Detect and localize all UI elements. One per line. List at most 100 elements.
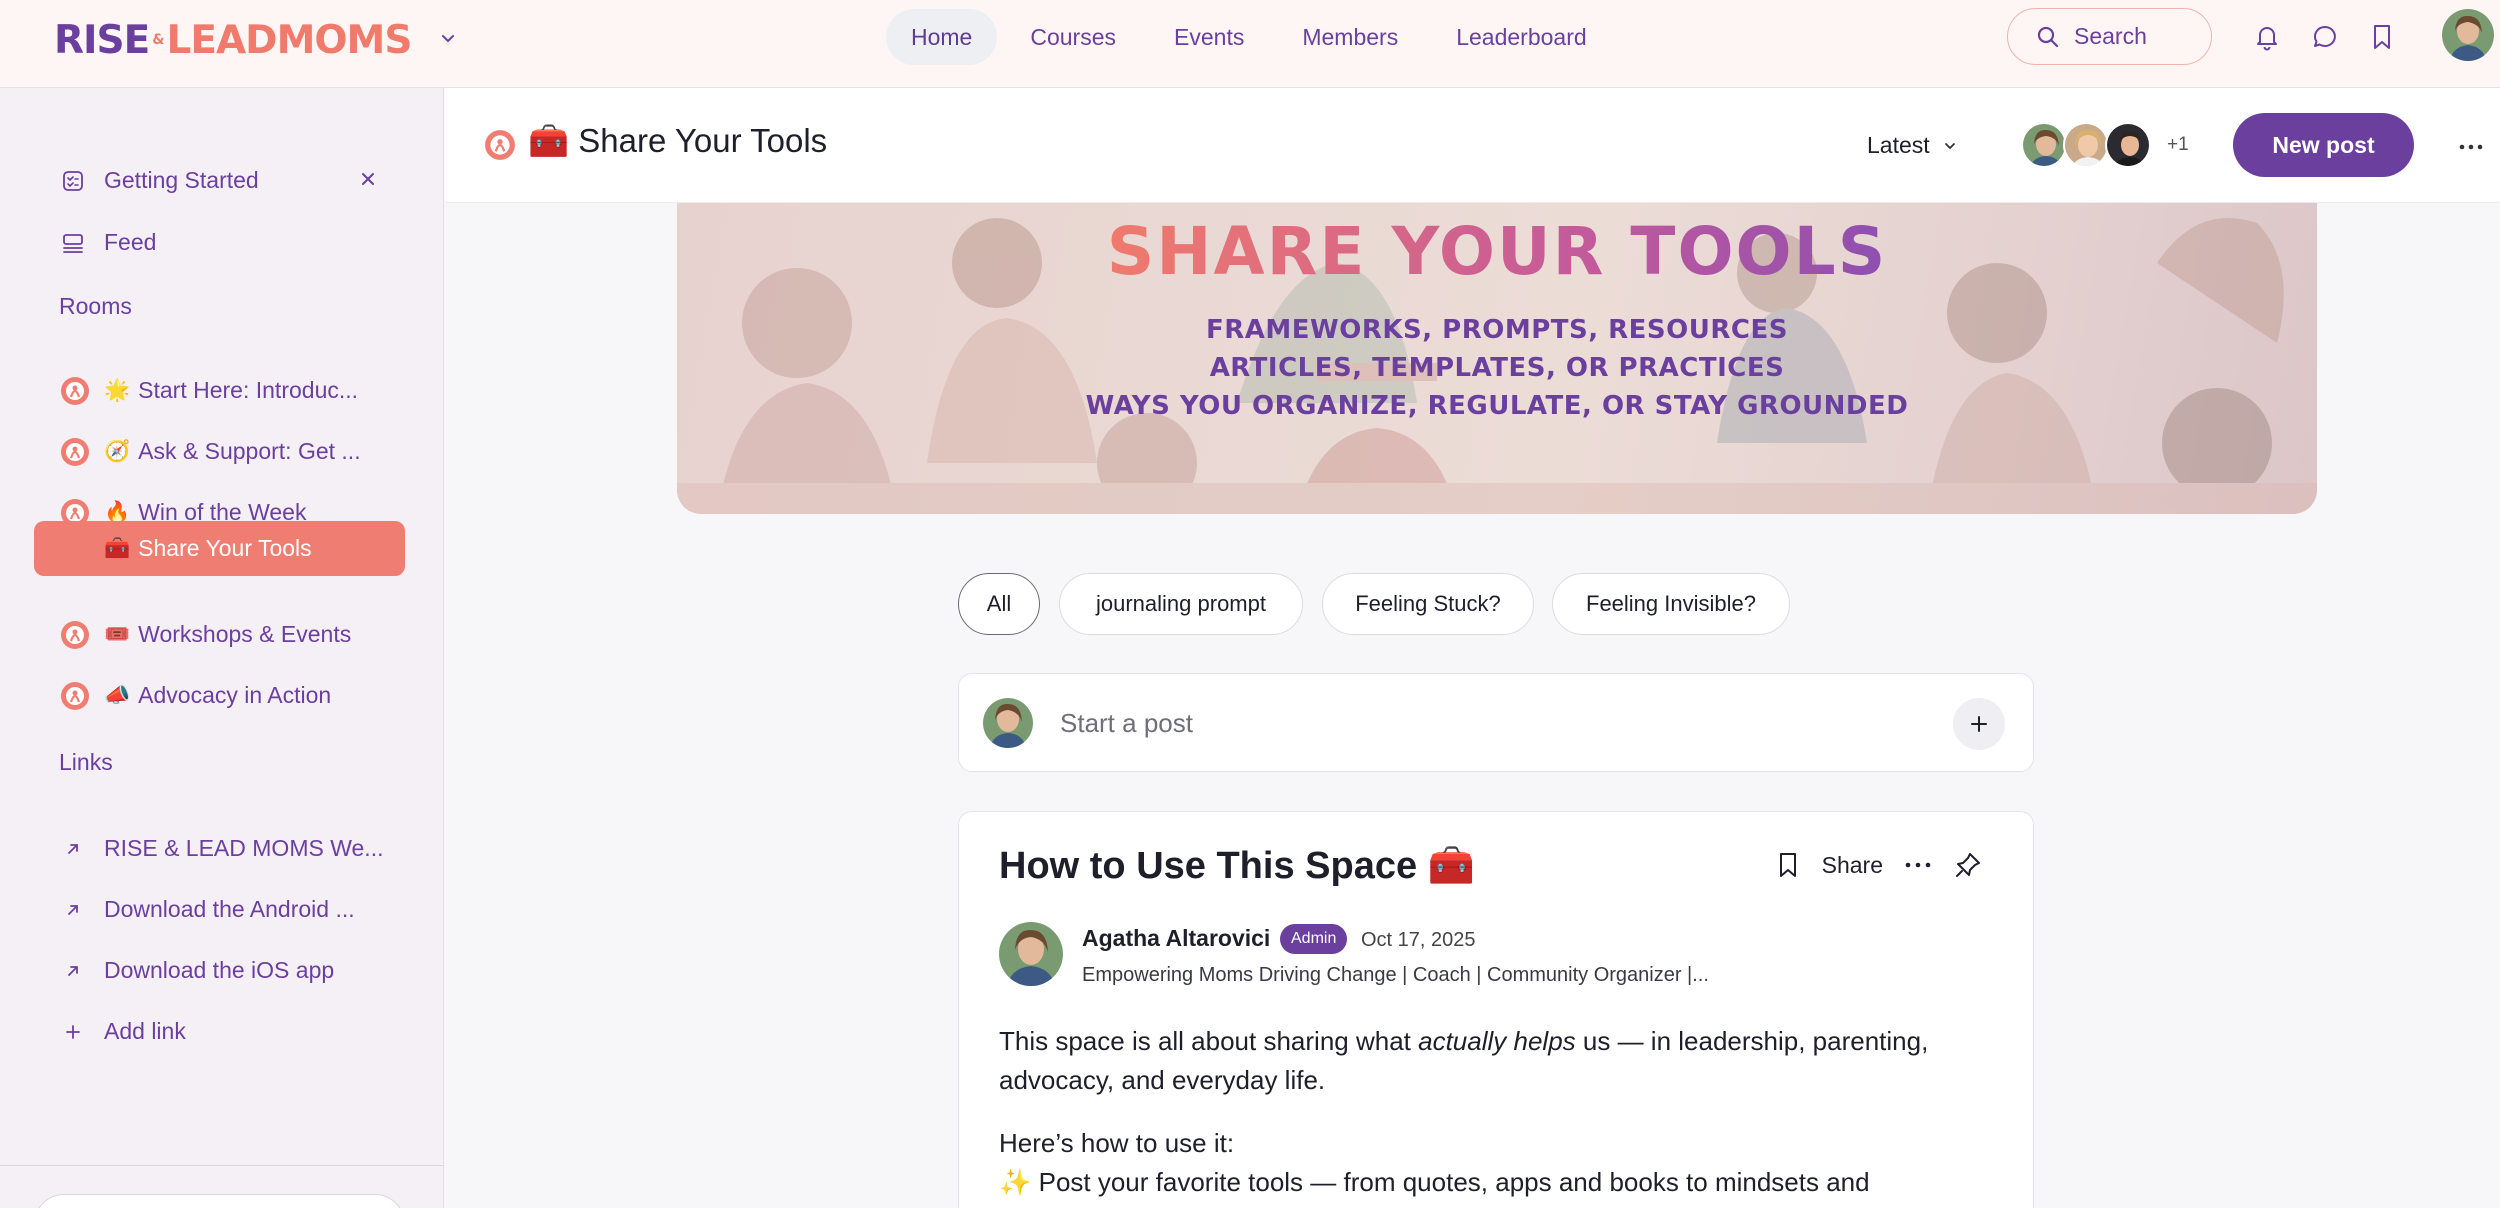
author-name[interactable]: Agatha Altarovici bbox=[1082, 925, 1270, 952]
chat-bubble-icon[interactable] bbox=[2310, 22, 2340, 52]
room-logo-icon bbox=[61, 681, 89, 710]
author-bio: Empowering Moms Driving Change | Coach |… bbox=[1082, 964, 1709, 986]
admin-badge: Admin bbox=[1280, 924, 1348, 954]
sidebar-item-feed[interactable]: Feed bbox=[34, 215, 405, 270]
sidebar-item-getting-started[interactable]: Getting Started bbox=[34, 153, 405, 208]
post-paragraph-3: ✨ Post your favorite tools — from quotes… bbox=[999, 1167, 1870, 1197]
logo-lead: LEAD bbox=[166, 18, 278, 63]
search-button[interactable]: Search bbox=[2007, 8, 2212, 65]
member-avatar bbox=[2105, 122, 2151, 168]
sidebar-room-advocacy[interactable]: 📣 Advocacy in Action bbox=[34, 668, 405, 723]
bookmark-icon[interactable] bbox=[1774, 851, 1802, 879]
room-emoji: 🧭 bbox=[104, 439, 131, 463]
search-icon bbox=[2037, 26, 2059, 47]
sort-label: Latest bbox=[1867, 132, 1930, 158]
bell-icon[interactable] bbox=[2252, 22, 2282, 52]
add-post-button[interactable] bbox=[1953, 698, 2005, 750]
close-icon[interactable] bbox=[357, 168, 379, 190]
banner-line-2: ARTICLES, TEMPLATES, OR PRACTICES bbox=[1209, 353, 1785, 383]
bookmark-icon[interactable] bbox=[2367, 22, 2397, 52]
post-text: This space is all about sharing what bbox=[999, 1026, 1419, 1056]
user-avatar[interactable] bbox=[2442, 9, 2494, 61]
filter-chip-feeling-stuck[interactable]: Feeling Stuck? bbox=[1322, 573, 1534, 635]
filter-chip-journaling-prompt[interactable]: journaling prompt bbox=[1059, 573, 1303, 635]
page-title: 🧰 Share Your Tools bbox=[528, 122, 828, 159]
sidebar-link-android[interactable]: Download the Android ... bbox=[34, 882, 405, 937]
room-logo-icon bbox=[61, 376, 89, 405]
more-options-icon[interactable] bbox=[1903, 851, 1933, 879]
sidebar-item-label: Advocacy in Action bbox=[138, 682, 332, 708]
nav-courses[interactable]: Courses bbox=[1005, 9, 1141, 65]
rooms-heading: Rooms bbox=[59, 293, 132, 319]
logo-amp: & bbox=[152, 32, 164, 48]
sidebar-item-label: Ask & Support: Get ... bbox=[138, 438, 361, 464]
logo-moms: MOMS bbox=[276, 18, 413, 63]
room-emoji: 🎟️ bbox=[104, 622, 131, 646]
post-paragraph-2: Here’s how to use it: bbox=[999, 1128, 1235, 1158]
external-link-icon bbox=[60, 958, 86, 984]
sidebar-item-label: Share Your Tools bbox=[138, 535, 312, 561]
add-link-button[interactable]: Add link bbox=[34, 1004, 405, 1059]
nav-home[interactable]: Home bbox=[886, 9, 998, 65]
sidebar-item-label: Feed bbox=[104, 229, 157, 255]
room-emoji: 🧰 bbox=[104, 536, 131, 560]
search-label: Search bbox=[2074, 23, 2147, 49]
share-button[interactable]: Share bbox=[1822, 852, 1883, 879]
banner-title: SHARE YOUR TOOLS bbox=[677, 213, 2317, 290]
plus-icon bbox=[60, 1019, 86, 1045]
nav-leaderboard[interactable]: Leaderboard bbox=[1431, 9, 1611, 65]
banner-line-1: FRAMEWORKS, PROMPTS, RESOURCES bbox=[1206, 315, 1788, 345]
nav-events[interactable]: Events bbox=[1149, 9, 1269, 65]
sidebar: Getting Started Feed Rooms 🌟 Start Here:… bbox=[0, 88, 444, 1208]
room-members[interactable]: +1 bbox=[2021, 122, 2189, 168]
brand-logo[interactable]: RISE & LEAD MOMS bbox=[54, 18, 413, 63]
member-avatar bbox=[2063, 122, 2109, 168]
sidebar-room-start-here[interactable]: 🌟 Start Here: Introduc... bbox=[34, 363, 405, 418]
member-overflow-count: +1 bbox=[2167, 134, 2189, 155]
logo-rise: RISE bbox=[54, 18, 150, 63]
feed-icon bbox=[60, 230, 86, 256]
member-avatar bbox=[2021, 122, 2067, 168]
chevron-down-icon[interactable] bbox=[438, 28, 458, 48]
external-link-icon bbox=[60, 897, 86, 923]
room-logo-icon bbox=[61, 620, 89, 649]
room-banner: SHARE YOUR TOOLS FRAMEWORKS, PROMPTS, RE… bbox=[677, 203, 2317, 514]
post-title[interactable]: How to Use This Space 🧰 bbox=[999, 844, 1475, 888]
sidebar-item-label: Add link bbox=[104, 1018, 186, 1044]
sidebar-room-ask-support[interactable]: 🧭 Ask & Support: Get ... bbox=[34, 424, 405, 479]
post-date: Oct 17, 2025 bbox=[1361, 929, 1476, 951]
chevron-down-icon bbox=[1944, 142, 1955, 149]
room-emoji: 🌟 bbox=[104, 378, 131, 402]
links-heading: Links bbox=[59, 749, 113, 775]
room-header: 🧰 Share Your Tools Latest +1 New post bbox=[445, 88, 2500, 203]
sidebar-link-ios[interactable]: Download the iOS app bbox=[34, 943, 405, 998]
nav-members[interactable]: Members bbox=[1277, 9, 1423, 65]
post-body: This space is all about sharing what act… bbox=[999, 1022, 1999, 1208]
sidebar-room-share-your-tools[interactable]: 🧰 Share Your Tools bbox=[34, 521, 405, 576]
start-post-placeholder[interactable]: Start a post bbox=[1060, 708, 1193, 739]
more-options-icon[interactable] bbox=[2456, 132, 2486, 162]
post-composer[interactable]: Start a post bbox=[958, 673, 2034, 772]
sidebar-item-label: Download the iOS app bbox=[104, 957, 335, 983]
sidebar-item-label: Getting Started bbox=[104, 167, 259, 193]
pin-icon[interactable] bbox=[1953, 850, 1983, 880]
plus-icon bbox=[1971, 716, 1987, 732]
new-post-button[interactable]: New post bbox=[2233, 113, 2414, 177]
room-emoji: 📣 bbox=[104, 683, 131, 707]
sidebar-bottom-button[interactable] bbox=[34, 1194, 405, 1208]
sidebar-divider bbox=[0, 1165, 444, 1166]
composer-avatar bbox=[983, 698, 1033, 748]
post-card: How to Use This Space 🧰 Share Agatha Alt… bbox=[958, 811, 2034, 1208]
post-emphasis: actually helps bbox=[1418, 1026, 1576, 1056]
filter-chip-feeling-invisible[interactable]: Feeling Invisible? bbox=[1552, 573, 1790, 635]
post-actions: Share bbox=[1774, 850, 1983, 880]
sidebar-item-label: RISE & LEAD MOMS We... bbox=[104, 835, 384, 861]
filter-chip-all[interactable]: All bbox=[958, 573, 1040, 635]
sidebar-item-label: Start Here: Introduc... bbox=[138, 377, 359, 403]
sidebar-room-workshops-events[interactable]: 🎟️ Workshops & Events bbox=[34, 607, 405, 662]
post-paragraph-1: This space is all about sharing what act… bbox=[999, 1022, 1999, 1100]
sort-dropdown[interactable]: Latest bbox=[1867, 132, 1958, 159]
top-navigation-bar: RISE & LEAD MOMS Home Courses Events Mem… bbox=[0, 0, 2500, 88]
author-avatar[interactable] bbox=[999, 922, 1063, 986]
sidebar-link-website[interactable]: RISE & LEAD MOMS We... bbox=[34, 821, 405, 876]
